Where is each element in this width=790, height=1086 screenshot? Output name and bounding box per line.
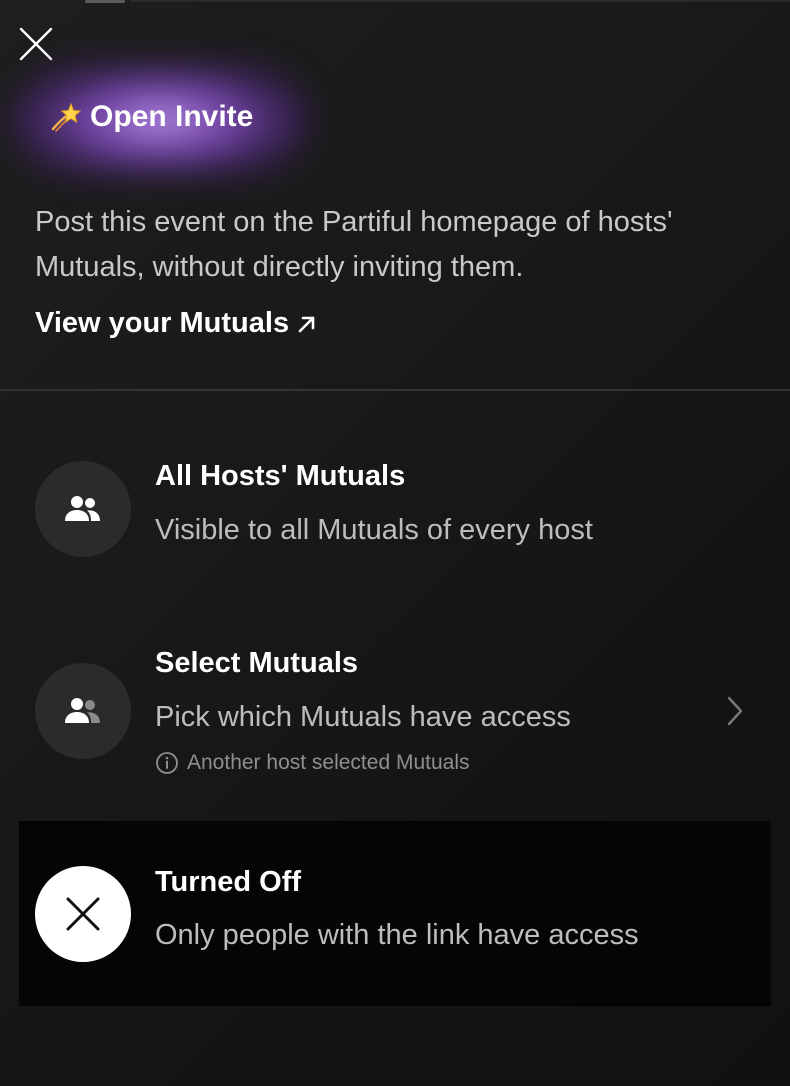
option-subtitle: Pick which Mutuals have access bbox=[155, 701, 571, 733]
top-edge-line bbox=[130, 0, 790, 2]
option-note-text: Another host selected Mutuals bbox=[187, 751, 470, 774]
chevron-right-icon bbox=[727, 696, 743, 726]
title-text: Open Invite bbox=[90, 100, 254, 133]
option-all-hosts-mutuals[interactable]: All Hosts' Mutuals Visible to all Mutual… bbox=[19, 438, 771, 578]
chevron-button[interactable] bbox=[721, 691, 749, 731]
view-mutuals-label: View your Mutuals bbox=[35, 307, 290, 339]
section-divider bbox=[0, 389, 790, 391]
open-invite-sheet: Open Invite Post this event on the Parti… bbox=[0, 0, 790, 1086]
users-icon bbox=[65, 496, 100, 521]
close-button[interactable] bbox=[16, 24, 56, 64]
option-icon-circle bbox=[35, 663, 131, 759]
page-title: Open Invite bbox=[50, 100, 253, 134]
view-mutuals-link[interactable]: View your Mutuals bbox=[35, 307, 317, 340]
close-icon bbox=[66, 897, 100, 931]
option-icon-circle bbox=[35, 461, 131, 557]
arrow-up-right-icon bbox=[298, 316, 315, 332]
drag-handle[interactable] bbox=[85, 0, 125, 3]
option-icon-circle bbox=[35, 866, 131, 962]
option-note: Another host selected Mutuals bbox=[155, 751, 470, 775]
close-icon bbox=[19, 27, 53, 61]
option-subtitle: Visible to all Mutuals of every host bbox=[155, 514, 593, 546]
users-select-icon bbox=[65, 698, 100, 723]
dizzy-star-emoji-icon bbox=[51, 102, 82, 132]
info-icon bbox=[156, 752, 178, 774]
option-title: Select Mutuals bbox=[155, 647, 359, 679]
option-turned-off[interactable]: Turned Off Only people with the link hav… bbox=[19, 821, 771, 1006]
option-title: Turned Off bbox=[155, 866, 302, 898]
option-select-mutuals[interactable]: Select Mutuals Pick which Mutuals have a… bbox=[19, 625, 771, 800]
option-title: All Hosts' Mutuals bbox=[155, 460, 406, 492]
open-invite-description: Post this event on the Partiful homepage… bbox=[35, 206, 673, 283]
option-subtitle: Only people with the link have access bbox=[155, 919, 639, 951]
